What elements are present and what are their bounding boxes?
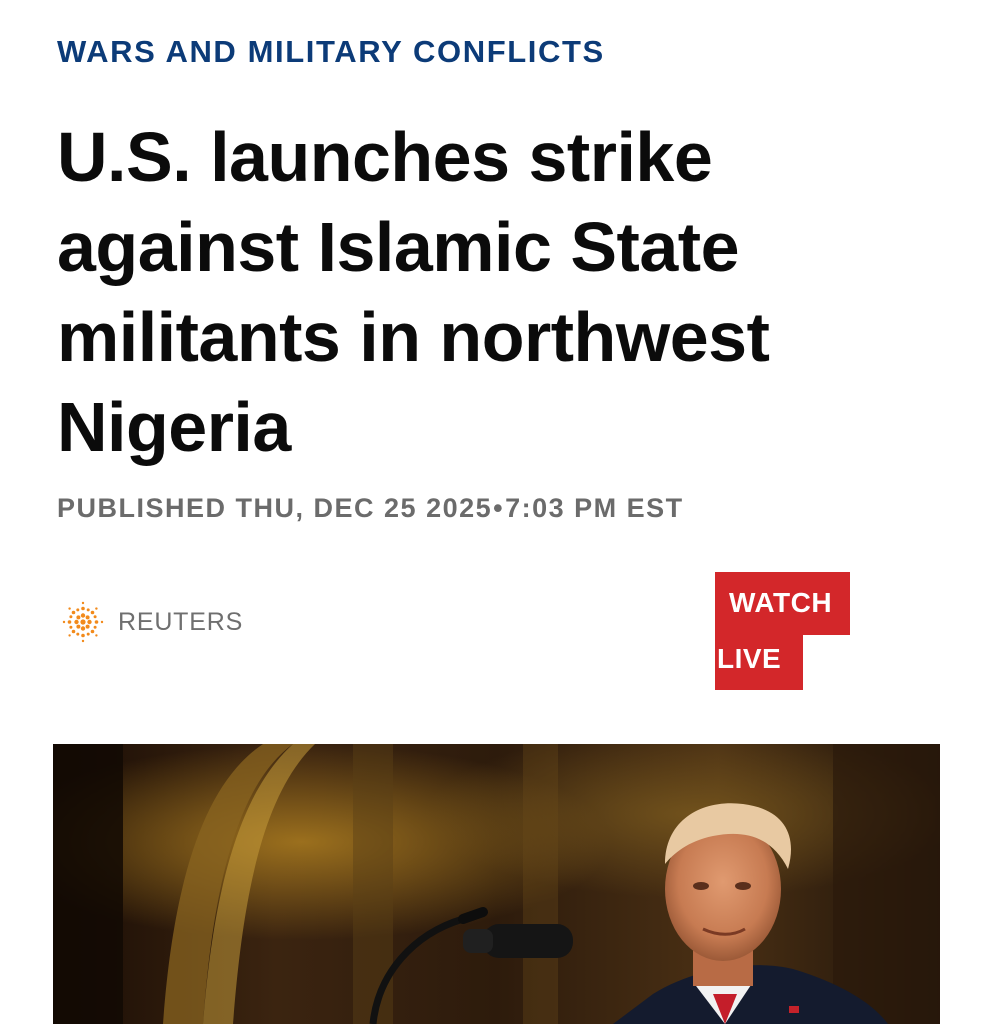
article-page: WARS AND MILITARY CONFLICTS U.S. launche…	[0, 0, 993, 1024]
published-date: THU, DEC 25 2025	[235, 493, 493, 523]
source-link[interactable]: REUTERS	[62, 600, 243, 644]
article-headline: U.S. launches strike against Islamic Sta…	[57, 118, 770, 466]
watch-live-line2: LIVE	[717, 643, 782, 674]
category-link[interactable]: WARS AND MILITARY CONFLICTS	[57, 34, 605, 70]
watch-live-button[interactable]: WATCH LIVE	[715, 572, 850, 690]
published-time: 7:03 PM EST	[505, 493, 684, 523]
watch-live-line1: WATCH	[729, 587, 833, 618]
published-label: PUBLISHED	[57, 493, 227, 523]
published-timestamp: PUBLISHED THU, DEC 25 2025•7:03 PM EST	[57, 493, 684, 524]
hero-image[interactable]	[53, 744, 940, 1024]
published-separator: •	[493, 493, 505, 523]
source-name: REUTERS	[118, 607, 244, 636]
reuters-logo-icon	[62, 601, 104, 643]
hero-photo	[53, 744, 940, 1024]
